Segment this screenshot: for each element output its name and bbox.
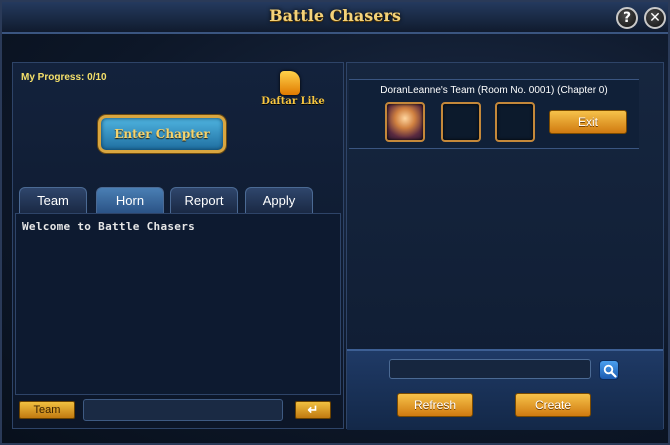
room-search-input[interactable]: [389, 359, 591, 379]
tab-apply[interactable]: Apply: [245, 187, 313, 213]
progress-text: My Progress: 0/10: [21, 72, 107, 83]
exit-button[interactable]: Exit: [549, 110, 627, 134]
room-controls: Refresh Create: [347, 349, 663, 430]
chat-input[interactable]: [83, 399, 283, 421]
progress-label: My Progress:: [21, 72, 85, 83]
tab-team[interactable]: Team: [19, 187, 87, 213]
refresh-button[interactable]: Refresh: [397, 393, 473, 417]
thumbs-up-icon: [280, 71, 300, 95]
team-card: DoranLeanne's Team (Room No. 0001) (Chap…: [349, 79, 639, 149]
chat-message: Welcome to Battle Chasers: [22, 220, 196, 233]
team-slot-1-avatar[interactable]: [385, 102, 425, 142]
create-button[interactable]: Create: [515, 393, 591, 417]
team-title: DoranLeanne's Team (Room No. 0001) (Chap…: [380, 85, 608, 96]
progress-value: 0/10: [87, 72, 107, 83]
daftar-like-label: Daftar Like: [261, 96, 325, 107]
enter-chapter-button[interactable]: Enter Chapter: [98, 115, 226, 153]
close-button[interactable]: ✕: [644, 7, 666, 29]
window-title: Battle Chasers: [269, 6, 401, 25]
tab-report[interactable]: Report: [170, 187, 238, 213]
battle-chasers-window: Battle Chasers ? ✕ My Progress: 0/10 Daf…: [0, 0, 670, 445]
help-button[interactable]: ?: [616, 7, 638, 29]
search-icon: [603, 364, 617, 378]
right-panel: DoranLeanne's Team (Room No. 0001) (Chap…: [346, 62, 664, 430]
team-channel-button[interactable]: Team: [19, 401, 75, 419]
title-bar: Battle Chasers ? ✕: [2, 2, 668, 34]
team-slot-2[interactable]: [441, 102, 481, 142]
search-button[interactable]: [599, 360, 619, 380]
team-slot-3[interactable]: [495, 102, 535, 142]
chat-area[interactable]: Welcome to Battle Chasers: [15, 213, 341, 395]
left-panel: My Progress: 0/10 Daftar Like Enter Chap…: [12, 62, 344, 429]
daftar-like-button[interactable]: Daftar Like: [258, 71, 326, 111]
send-button[interactable]: ↵: [295, 401, 331, 419]
tab-horn[interactable]: Horn: [96, 187, 164, 213]
